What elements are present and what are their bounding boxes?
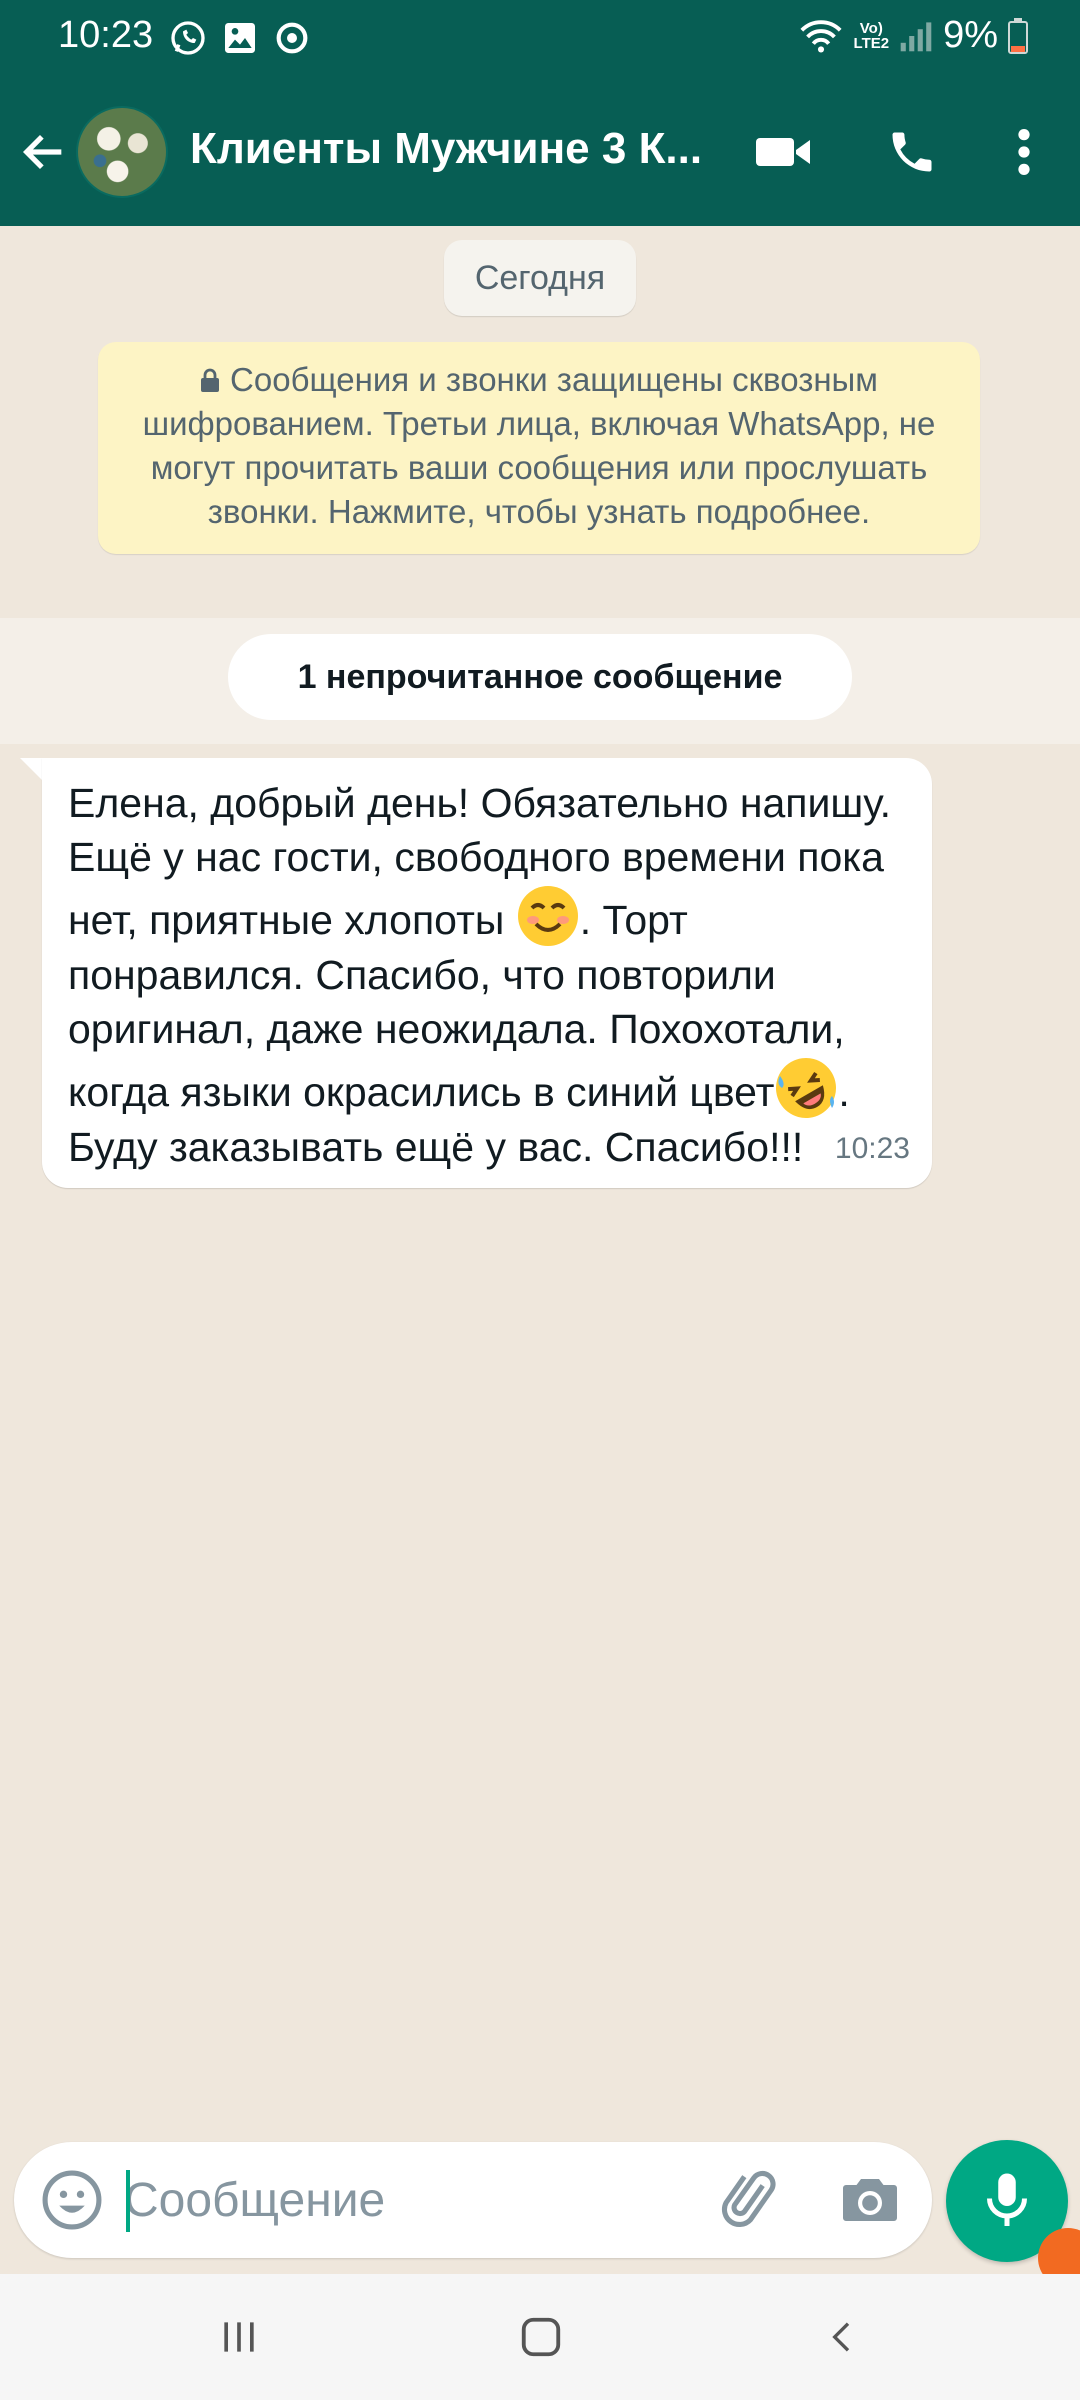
system-icons: Vo) LTE2 9% [798,14,1028,57]
smiling-face-icon [517,886,578,946]
rolling-on-floor-laughing-icon [776,1058,837,1118]
message-text-part: Елена, добрый день! Обязательно напишу. … [68,780,903,943]
chat-area[interactable]: Сегодня Сообщения и звонки защищены скво… [0,226,1080,2151]
lock-icon [201,368,220,392]
sync-icon [276,22,308,54]
chat-title[interactable]: Клиенты Мужчине 3 К... [190,124,730,174]
signal-icon [900,21,932,51]
whatsapp-icon [171,21,205,55]
emoji-button[interactable] [38,2166,106,2234]
chat-header: Клиенты Мужчине 3 К... [0,78,1080,226]
message-bubble[interactable]: Елена, добрый день! Обязательно напишу. … [42,758,932,1188]
avatar[interactable] [76,106,168,198]
status-time: 10:23 [58,14,154,56]
message-input[interactable] [124,2166,704,2234]
encryption-notice-text: Сообщения и звонки защищены сквозным шиф… [142,361,936,530]
attach-button[interactable] [714,2164,786,2236]
wifi-icon [799,19,842,52]
gallery-icon [225,23,255,53]
recent-apps-icon [224,2322,254,2352]
encryption-notice[interactable]: Сообщения и звонки защищены сквозным шиф… [98,342,980,554]
back-nav-button[interactable] [798,2300,888,2374]
network-type: Vo) LTE2 [854,21,890,51]
back-icon [832,2322,850,2352]
lte-label: LTE2 [853,34,890,52]
recent-apps-button[interactable] [194,2300,284,2374]
back-button[interactable] [18,122,70,182]
home-button[interactable] [496,2300,586,2374]
text-caret [126,2170,130,2232]
video-call-icon [756,138,810,166]
unread-label: 1 непрочитанное сообщение [228,634,852,720]
home-icon [521,2317,561,2357]
notification-icons [168,18,312,58]
camera-icon [843,2179,897,2221]
voice-call-button[interactable] [874,114,950,190]
attach-icon [721,2170,776,2228]
video-call-button[interactable] [746,114,822,190]
battery-percent: 9% [943,14,998,56]
mic-icon [987,2173,1027,2226]
camera-button[interactable] [834,2164,906,2236]
more-options-button[interactable] [986,114,1062,190]
back-arrow-icon [22,134,62,170]
phone-icon [892,132,932,172]
message-text: Елена, добрый день! Обязательно напишу. … [68,780,902,1170]
status-bar: 10:23 Vo) LTE2 9% [0,0,1080,78]
date-chip: Сегодня [444,240,636,316]
volte-label: Vo) [859,19,883,37]
navigation-bar [0,2274,1080,2400]
more-vert-icon [1018,129,1030,175]
battery-icon [1008,17,1028,54]
message-composer [14,2142,932,2258]
emoji-icon [42,2170,102,2230]
message-time: 10:23 [834,1132,910,1165]
